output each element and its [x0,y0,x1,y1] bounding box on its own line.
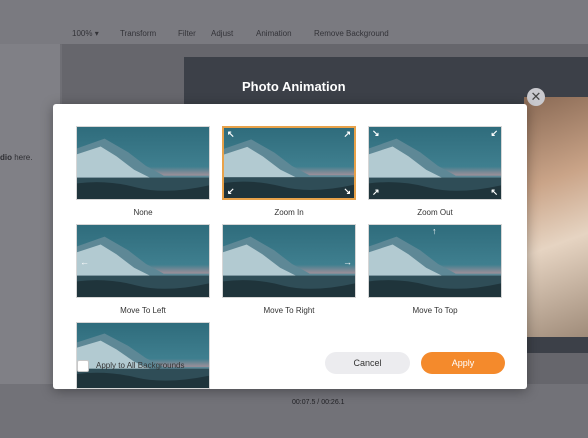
landscape-image [369,127,501,199]
apply-all-label: Apply to All Backgrounds [96,361,185,370]
apply-all-checkbox[interactable] [77,360,89,372]
arrow-right-icon: → [343,257,352,267]
animation-option-move-to-left[interactable]: ← [76,224,210,298]
arrow-nw-icon: ↖ [227,129,235,139]
landscape-image [77,225,209,297]
tab-animation[interactable]: Animation [256,29,292,38]
animation-option-label: Zoom In [274,208,304,217]
arrow-nw-icon: ↖ [490,187,498,197]
tab-transform[interactable]: Transform [120,29,156,38]
zoom-value: 100% [72,29,93,38]
arrow-up-icon: ↑ [432,226,437,236]
photo-animation-dialog: None ↖ ↗ ↙ ↘ Zoom In ↘ ↙ ↗ ↖ Zoom Out ← Move To Left… [53,104,527,389]
preview-title: Photo Animation [242,79,346,94]
arrow-se-icon: ↘ [372,128,380,138]
arrow-se-icon: ↘ [343,186,351,196]
landscape-image [77,127,209,199]
apply-button[interactable]: Apply [421,352,505,374]
arrow-sw-icon: ↙ [227,186,235,196]
tab-filter[interactable]: Filter [178,29,196,38]
close-icon[interactable]: ✕ [527,88,545,106]
animation-option-label: Move To Top [412,306,458,315]
animation-option-none[interactable] [76,126,210,200]
left-panel: dio here. [0,44,60,438]
cancel-button[interactable]: Cancel [325,352,410,374]
arrow-sw-icon: ↙ [490,128,498,138]
timeline-bar [0,384,588,438]
animation-option-move-to-right[interactable]: → [222,224,356,298]
arrow-ne-icon: ↗ [372,187,380,197]
animation-option-move-to-top[interactable]: ↑ [368,224,502,298]
animation-option-label: Move To Left [120,306,166,315]
arrow-ne-icon: ↗ [343,129,351,139]
landscape-image [223,225,355,297]
animation-option-zoom-out[interactable]: ↘ ↙ ↗ ↖ [368,126,502,200]
drop-hint: dio here. [0,153,33,162]
timecode: 00:07.5 / 00:26.1 [292,399,345,406]
top-toolbar: 100% ▾ Transform Filter Adjust Animation… [0,0,588,45]
animation-option-label: Zoom Out [417,208,453,217]
chevron-down-icon: ▾ [94,29,99,38]
animation-option-more[interactable] [76,322,210,389]
tab-remove-background[interactable]: Remove Background [314,29,389,38]
landscape-image [77,323,209,388]
animation-option-label: Move To Right [263,306,315,315]
preview-photo [524,97,588,337]
tab-adjust[interactable]: Adjust [211,29,233,38]
arrow-left-icon: ← [80,257,89,267]
zoom-select[interactable]: 100% ▾ [72,29,99,38]
animation-option-zoom-in[interactable]: ↖ ↗ ↙ ↘ [222,126,356,200]
landscape-image [224,128,354,198]
animation-option-label: None [133,208,153,217]
